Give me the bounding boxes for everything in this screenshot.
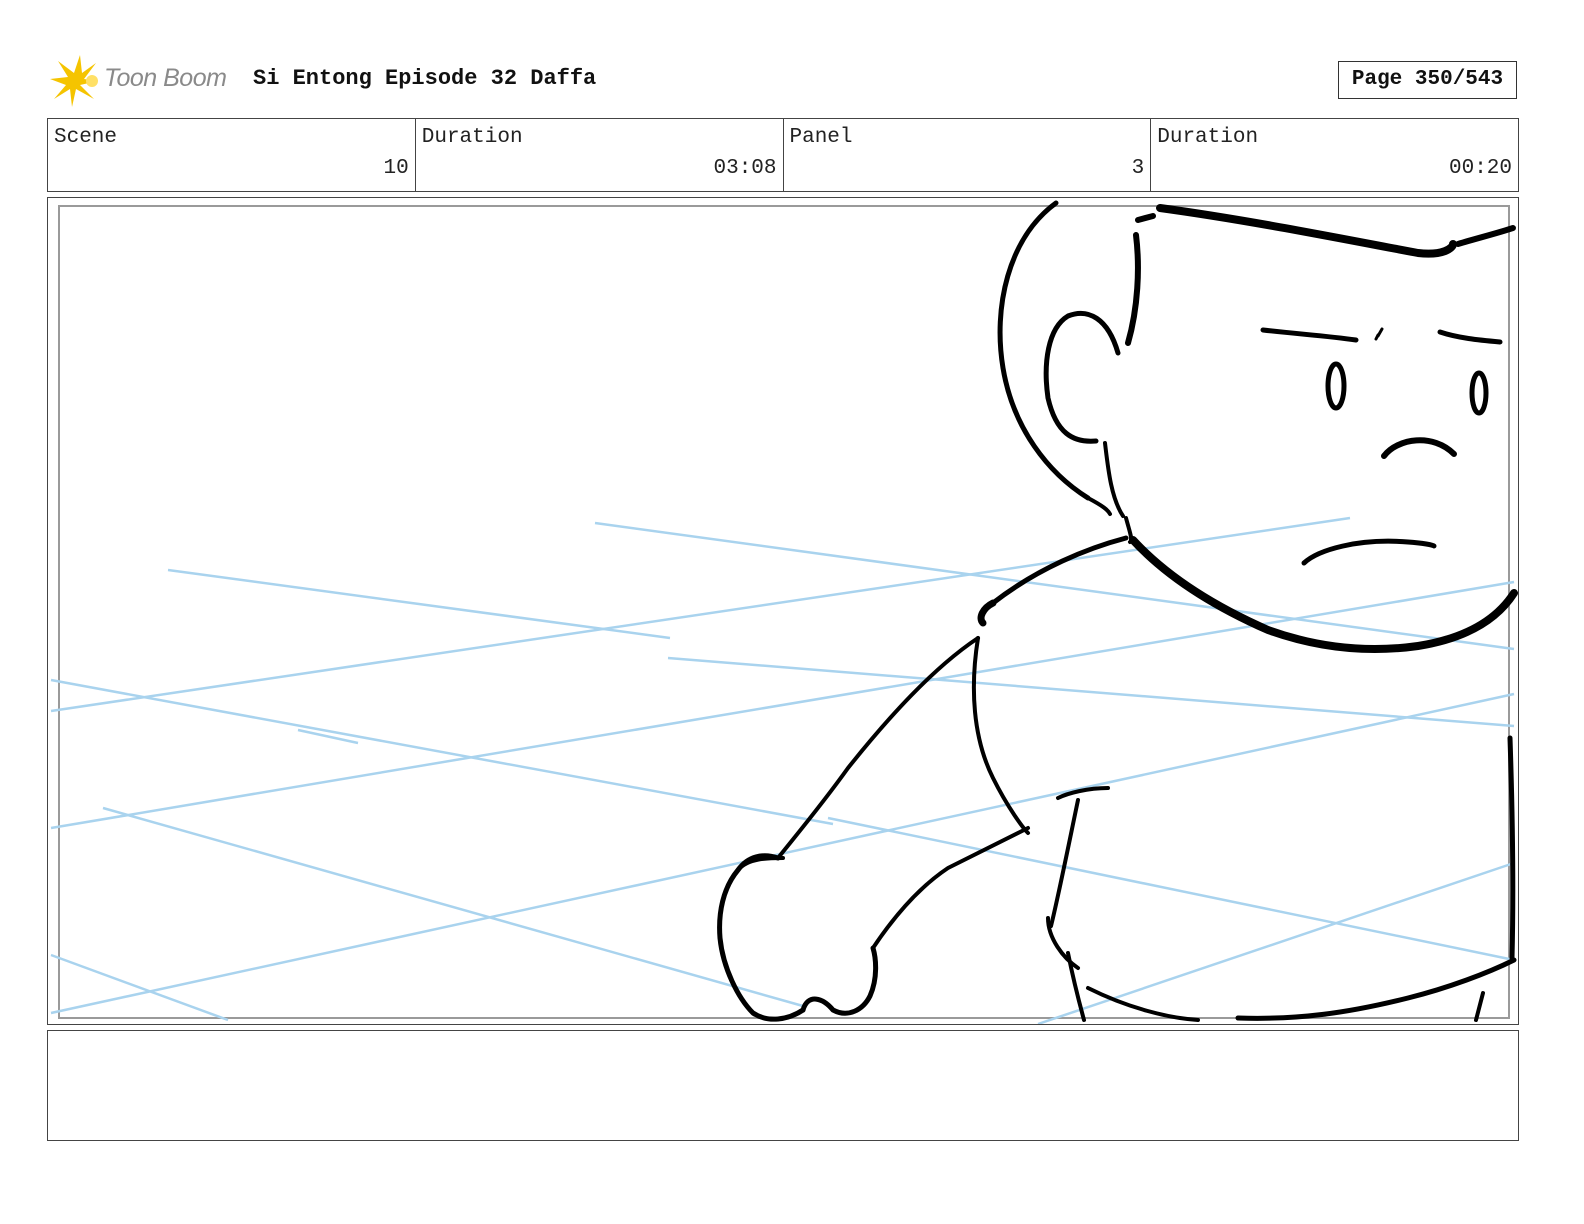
- storyboard-panel: [47, 197, 1519, 1025]
- scene-value: 10: [383, 157, 409, 180]
- scene-cell: Scene 10: [48, 119, 416, 191]
- camera-frame: [58, 205, 1510, 1019]
- scene-duration-label: Duration: [421, 126, 523, 149]
- panel-duration-label: Duration: [1157, 126, 1259, 149]
- scene-label: Scene: [54, 126, 118, 149]
- panel-duration-value: 00:20: [1448, 157, 1512, 180]
- document-title: Si Entong Episode 32 Daffa: [253, 66, 597, 91]
- panel-cell: Panel 3: [784, 119, 1152, 191]
- scene-info-table: Scene 10 Duration 03:08 Panel 3 Duration…: [47, 118, 1519, 192]
- starburst-icon: [50, 55, 98, 107]
- panel-sketch: [50, 200, 1518, 1024]
- perspective-guides: [50, 516, 1515, 1024]
- panel-value: 3: [1131, 157, 1145, 180]
- scene-duration-value: 03:08: [713, 157, 777, 180]
- character-sketch: [717, 200, 1518, 1022]
- panel-duration-cell: Duration 00:20: [1151, 119, 1518, 191]
- page-counter: Page 350/543: [1338, 61, 1517, 99]
- panel-label: Panel: [789, 126, 853, 149]
- logo-text: Toon Boom: [104, 64, 227, 92]
- toon-boom-logo: Toon Boom: [50, 55, 240, 107]
- scene-duration-cell: Duration 03:08: [416, 119, 784, 191]
- panel-notes-box[interactable]: [47, 1030, 1519, 1141]
